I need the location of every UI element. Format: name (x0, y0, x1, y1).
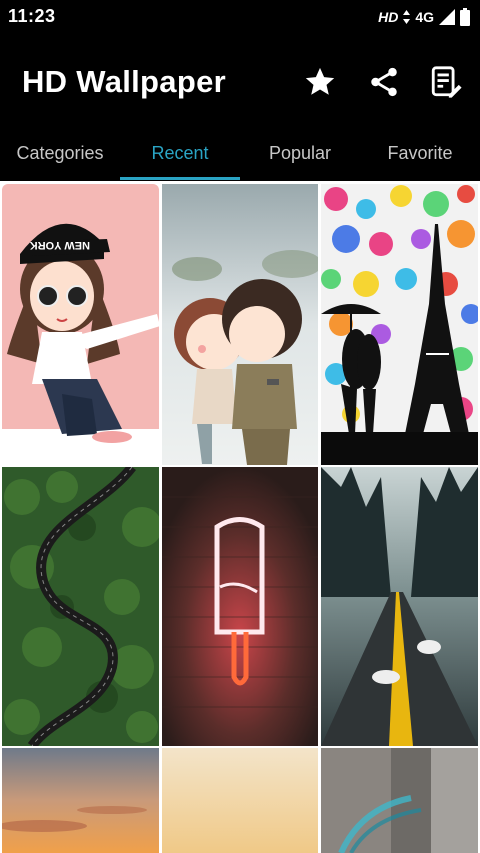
tab-bar: Categories Recent Popular Favorite (0, 126, 480, 180)
wallpaper-tile-peach-gradient[interactable] (162, 748, 318, 853)
tab-favorite-label: Favorite (387, 142, 453, 163)
app-bar: HD Wallpaper (0, 34, 480, 126)
status-time: 11:23 (8, 6, 56, 26)
network-hd-label: HD (378, 9, 399, 25)
wallpaper-sunset-image (2, 748, 159, 853)
wallpaper-neon-popsicle-image (162, 467, 318, 746)
wallpaper-grid: NEW YORK (0, 181, 480, 853)
status-bar: 11:23 HD 4G (0, 0, 480, 34)
tab-popular-label: Popular (268, 142, 332, 163)
wallpaper-couple-image (162, 184, 318, 465)
signal-icon (439, 9, 455, 25)
tab-recent-label: Recent (151, 142, 209, 163)
star-icon[interactable] (302, 64, 338, 100)
share-icon[interactable] (366, 64, 402, 100)
network-type-label: 4G (415, 9, 434, 25)
status-indicators: HD 4G (378, 8, 470, 26)
tab-popular[interactable]: Popular (240, 126, 360, 180)
battery-icon (460, 8, 470, 26)
tab-favorite[interactable]: Favorite (360, 126, 480, 180)
tab-recent[interactable]: Recent (120, 126, 240, 180)
wallpaper-guitar-image (321, 748, 478, 853)
tab-categories-label: Categories (16, 142, 104, 163)
wallpaper-aerial-road-image (2, 467, 159, 746)
wallpaper-tile-forest-road[interactable] (321, 467, 478, 746)
wallpaper-tile-paris-couple[interactable] (321, 184, 478, 465)
cap-text: NEW YORK (30, 239, 90, 251)
wallpaper-peach-image (162, 748, 318, 853)
app-title: HD Wallpaper (22, 64, 226, 99)
tab-categories[interactable]: Categories (0, 126, 120, 180)
wallpaper-tile-girl-new-york[interactable]: NEW YORK (2, 184, 159, 465)
wallpaper-tile-aerial-road[interactable] (2, 467, 159, 746)
wallpaper-tile-neon-popsicle[interactable] (162, 467, 318, 746)
wallpaper-tile-sunset[interactable] (2, 748, 159, 853)
wallpaper-paris-image (321, 184, 478, 465)
wallpaper-tile-guitar-strings[interactable] (321, 748, 478, 853)
wallpaper-forest-road-image (321, 467, 478, 746)
wallpaper-girl-image: NEW YORK (2, 184, 159, 465)
edit-note-icon[interactable] (428, 64, 464, 100)
data-arrows-icon (403, 10, 411, 24)
wallpaper-tile-cartoon-couple[interactable] (162, 184, 318, 465)
